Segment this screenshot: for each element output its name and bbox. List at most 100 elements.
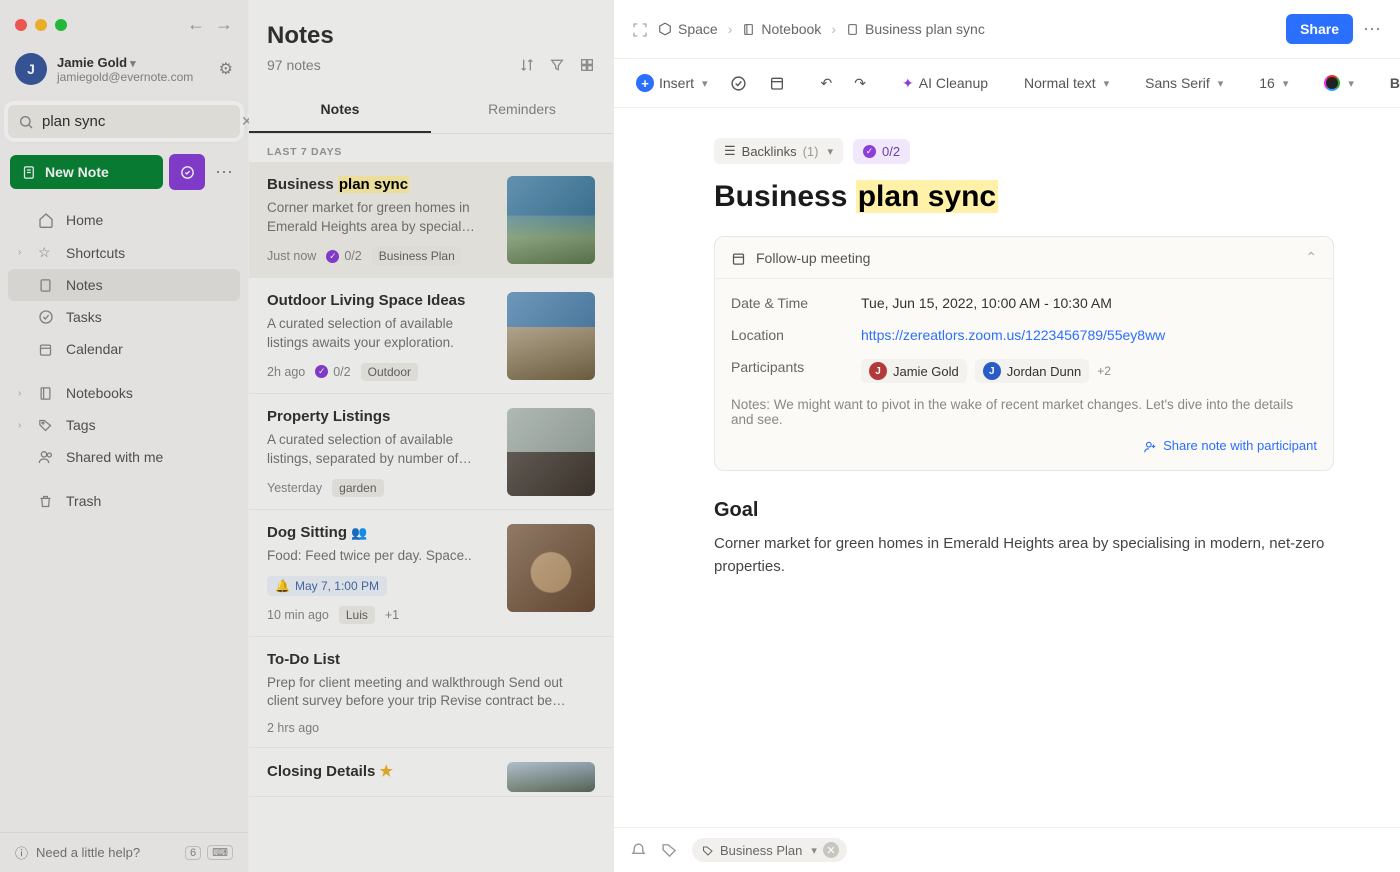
ai-button[interactable]: [169, 154, 205, 190]
note-item[interactable]: Business plan sync Corner market for gre…: [249, 162, 613, 278]
tag-add-icon[interactable]: [661, 840, 678, 860]
sidebar-item-label: Tags: [66, 417, 96, 433]
crumb-space[interactable]: Space: [658, 21, 718, 37]
note-snippet: Prep for client meeting and walkthrough …: [267, 674, 595, 712]
tab-reminders[interactable]: Reminders: [431, 89, 613, 133]
note-item[interactable]: Property Listings A curated selection of…: [249, 394, 613, 510]
share-with-participant-link[interactable]: Share note with participant: [1143, 438, 1317, 454]
search-highlight: ✕: [6, 103, 242, 140]
note-thumbnail: [507, 292, 595, 380]
meeting-notes: Notes: We might want to pivot in the wak…: [731, 391, 1317, 431]
sidebar-item-shared[interactable]: Shared with me: [8, 441, 240, 473]
expand-icon[interactable]: ›: [18, 247, 28, 258]
bold-button[interactable]: B: [1382, 70, 1400, 96]
reminder-add-icon[interactable]: [630, 840, 647, 860]
filter-icon[interactable]: [549, 56, 565, 73]
expand-icon[interactable]: [632, 20, 648, 37]
note-tasks: ✓0/2: [326, 249, 361, 263]
note-title-text: Business: [267, 176, 338, 193]
help-footer[interactable]: ⓘ Need a little help? 6 ⌨: [0, 832, 248, 872]
tab-notes[interactable]: Notes: [249, 89, 431, 133]
new-note-label: New Note: [45, 164, 109, 180]
search-input[interactable]: [34, 113, 241, 130]
keyboard-icon[interactable]: ⌨: [207, 845, 233, 860]
note-time: 2h ago: [267, 365, 305, 379]
window-controls: ← →: [0, 0, 248, 35]
backlinks-pill[interactable]: ☰Backlinks (1)▾: [714, 138, 843, 164]
chevron-up-icon[interactable]: ⌃: [1305, 249, 1317, 266]
note-title-text: To-Do List: [267, 651, 595, 668]
sidebar-item-trash[interactable]: Trash: [8, 485, 240, 517]
participants-more[interactable]: +2: [1097, 364, 1111, 378]
note-tag[interactable]: Outdoor: [361, 363, 418, 381]
maximize-window[interactable]: [55, 19, 67, 31]
tag-icon: [38, 418, 56, 433]
paragraph-style-select[interactable]: Normal text▾: [1016, 70, 1117, 96]
sidebar-item-label: Trash: [66, 493, 101, 509]
note-item[interactable]: Dog Sitting 👥 Food: Feed twice per day. …: [249, 510, 613, 637]
people-icon: [38, 449, 56, 465]
editor-more-icon[interactable]: ⋯: [1363, 19, 1382, 40]
redo-icon[interactable]: ↷: [846, 70, 874, 97]
sidebar-item-notes[interactable]: Notes: [8, 269, 240, 301]
star-icon: ★: [380, 763, 393, 780]
sidebar-item-shortcuts[interactable]: ›☆Shortcuts: [8, 236, 240, 269]
meeting-dt-label: Date & Time: [731, 295, 861, 311]
gear-icon[interactable]: ⚙: [219, 59, 233, 79]
crumb-note[interactable]: Business plan sync: [846, 21, 985, 37]
note-item[interactable]: Outdoor Living Space Ideas A curated sel…: [249, 278, 613, 394]
person-add-icon: [1143, 438, 1157, 454]
nav-back-icon[interactable]: ←: [187, 14, 205, 35]
document-title[interactable]: Business plan sync: [714, 180, 1334, 214]
note-snippet: A curated selection of available listing…: [267, 431, 495, 469]
color-picker[interactable]: ▾: [1316, 70, 1362, 96]
note-tag[interactable]: garden: [332, 479, 383, 497]
note-item[interactable]: To-Do List Prep for client meeting and w…: [249, 637, 613, 749]
minimize-window[interactable]: [35, 19, 47, 31]
goal-heading[interactable]: Goal: [714, 499, 1334, 522]
crumb-sep: ›: [728, 21, 733, 37]
sidebar: ← → J Jamie Gold▾ jamiegold@evernote.com…: [0, 0, 249, 872]
note-title-text: Closing Details: [267, 763, 375, 780]
meeting-location-link[interactable]: https://zereatlors.zoom.us/1223456789/55…: [861, 327, 1165, 343]
calendar-toolbar-icon[interactable]: [761, 70, 793, 96]
footer-tag[interactable]: Business Plan▾ ✕: [692, 838, 847, 862]
sidebar-more-icon[interactable]: ⋯: [211, 162, 238, 183]
help-count-badge: 6: [185, 846, 201, 860]
sidebar-item-home[interactable]: Home: [8, 204, 240, 236]
expand-icon[interactable]: ›: [18, 388, 28, 399]
account-email: jamiegold@evernote.com: [57, 70, 209, 84]
meeting-card-header[interactable]: Follow-up meeting ⌃: [715, 237, 1333, 279]
sidebar-item-tags[interactable]: › Tags: [8, 409, 240, 441]
undo-icon[interactable]: ↶: [813, 70, 841, 97]
font-size-select[interactable]: 16▾: [1251, 70, 1296, 96]
sidebar-item-tasks[interactable]: Tasks: [8, 301, 240, 333]
task-toolbar-icon[interactable]: [722, 70, 755, 97]
nav-forward-icon[interactable]: →: [215, 14, 233, 35]
remove-tag-icon[interactable]: ✕: [823, 842, 839, 858]
share-button[interactable]: Share: [1286, 14, 1353, 44]
crumb-notebook[interactable]: Notebook: [742, 21, 821, 37]
font-select[interactable]: Sans Serif▾: [1137, 70, 1231, 96]
note-thumbnail: [507, 176, 595, 264]
participant-chip[interactable]: JJordan Dunn: [975, 359, 1089, 383]
participant-chip[interactable]: JJamie Gold: [861, 359, 967, 383]
ai-cleanup-button[interactable]: ✦AI Cleanup: [894, 70, 996, 97]
note-item[interactable]: Closing Details ★: [249, 748, 613, 797]
expand-icon[interactable]: ›: [18, 420, 28, 431]
reminder-chip[interactable]: 🔔May 7, 1:00 PM: [267, 576, 387, 596]
note-tag[interactable]: Business Plan: [372, 247, 462, 265]
close-window[interactable]: [15, 19, 27, 31]
sidebar-item-notebooks[interactable]: ›Notebooks: [8, 377, 240, 409]
goal-text[interactable]: Corner market for green homes in Emerald…: [714, 532, 1334, 579]
crumb-sep: ›: [831, 21, 836, 37]
view-icon[interactable]: [579, 56, 595, 73]
new-note-button[interactable]: New Note: [10, 155, 163, 189]
insert-button[interactable]: +Insert▾: [628, 69, 716, 97]
account-switcher[interactable]: J Jamie Gold▾ jamiegold@evernote.com ⚙: [0, 35, 248, 95]
tasks-pill[interactable]: ✓0/2: [853, 139, 910, 164]
notebook-icon: [38, 386, 56, 401]
sort-icon[interactable]: [519, 56, 535, 73]
tag-icon: [702, 843, 714, 858]
sidebar-item-calendar[interactable]: Calendar: [8, 333, 240, 365]
